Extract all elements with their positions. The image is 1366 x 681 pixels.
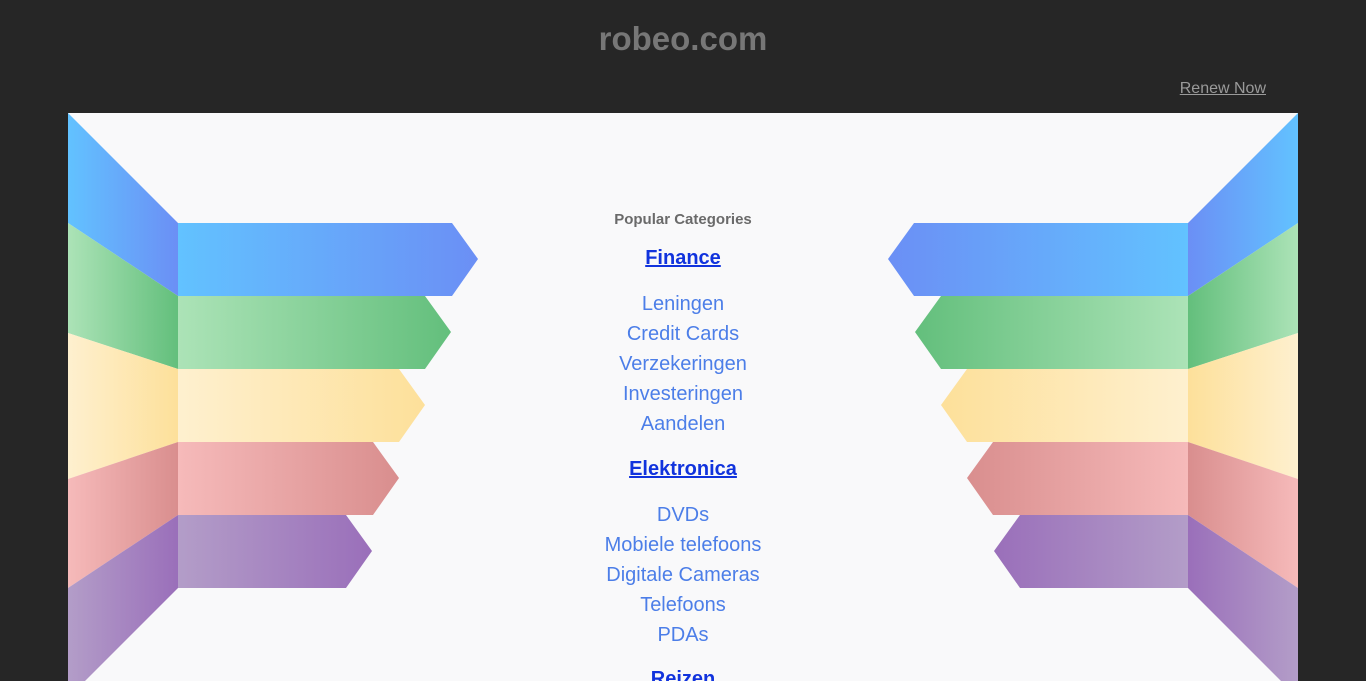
link-mobiele-telefoons[interactable]: Mobiele telefoons <box>68 533 1298 557</box>
parking-panel: Popular Categories Finance Leningen Cred… <box>68 113 1298 681</box>
link-credit-cards[interactable]: Credit Cards <box>68 322 1298 346</box>
link-investeringen[interactable]: Investeringen <box>68 382 1298 406</box>
link-telefoons[interactable]: Telefoons <box>68 593 1298 617</box>
link-digitale-cameras[interactable]: Digitale Cameras <box>68 563 1298 587</box>
category-reizen[interactable]: Reizen <box>68 667 1298 681</box>
link-dvds[interactable]: DVDs <box>68 503 1298 527</box>
site-title: robeo.com <box>598 20 768 57</box>
renew-now-link[interactable]: Renew Now <box>1180 79 1266 99</box>
link-verzekeringen[interactable]: Verzekeringen <box>68 352 1298 376</box>
category-finance[interactable]: Finance <box>68 246 1298 270</box>
popular-categories-heading: Popular Categories <box>614 211 752 228</box>
link-aandelen[interactable]: Aandelen <box>68 412 1298 436</box>
category-elektronica[interactable]: Elektronica <box>68 457 1298 481</box>
link-pdas[interactable]: PDAs <box>68 623 1298 647</box>
link-leningen[interactable]: Leningen <box>68 292 1298 316</box>
